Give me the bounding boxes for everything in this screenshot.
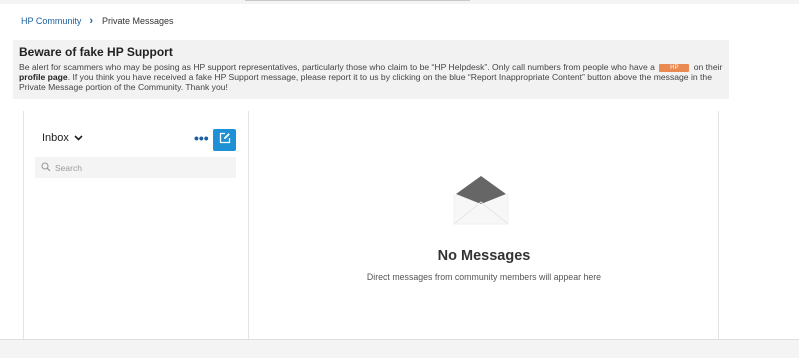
chevron-right-icon: › <box>89 15 94 27</box>
compose-button[interactable] <box>213 129 236 151</box>
compose-icon <box>219 131 231 149</box>
scam-warning-notice: Beware of fake HP Support Be alert for s… <box>13 40 729 99</box>
notice-text-part3: . If you think you have received a fake … <box>19 71 712 92</box>
folder-dropdown[interactable]: Inbox <box>42 132 83 144</box>
footer-bar <box>0 339 799 358</box>
search-icon <box>41 159 51 177</box>
profile-page-link[interactable]: profile page <box>19 72 68 82</box>
empty-state-title: No Messages <box>437 248 531 264</box>
breadcrumb: HP Community › Private Messages <box>21 15 174 27</box>
notice-title: Beware of fake HP Support <box>19 45 173 59</box>
breadcrumb-current: Private Messages <box>102 16 174 26</box>
breadcrumb-home-link[interactable]: HP Community <box>21 16 81 26</box>
search-placeholder: Search <box>55 162 82 173</box>
notice-text-part1: Be alert for scammers who may be posing … <box>19 62 655 72</box>
top-divider <box>245 0 470 1</box>
notice-text-part2: on their <box>691 62 723 72</box>
folder-label: Inbox <box>42 132 69 144</box>
chevron-down-icon <box>74 132 83 144</box>
notice-body: Be alert for scammers who may be posing … <box>19 62 723 92</box>
empty-state-subtitle: Direct messages from community members w… <box>366 272 602 282</box>
envelope-open-icon <box>453 170 509 231</box>
hp-badge: HP <box>659 63 690 72</box>
more-dots-icon[interactable]: ••• <box>194 131 209 145</box>
search-input[interactable]: Search <box>35 157 236 178</box>
